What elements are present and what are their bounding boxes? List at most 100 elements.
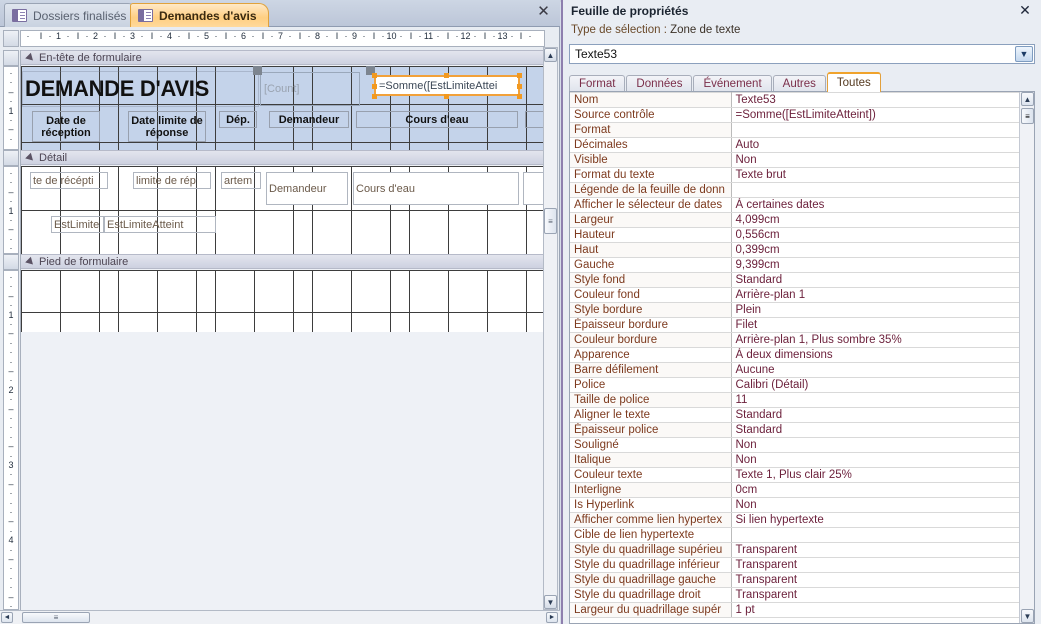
scroll-left-icon[interactable]: ◄ xyxy=(1,612,13,623)
property-value[interactable]: Non xyxy=(731,497,1021,513)
property-value[interactable]: À deux dimensions xyxy=(731,347,1021,363)
object-selector-combo[interactable]: Texte53 ▼ xyxy=(569,44,1035,64)
resize-handle-se[interactable] xyxy=(517,94,522,99)
resize-handle-ne[interactable] xyxy=(517,73,522,78)
property-row[interactable]: Is Hyperlink Non xyxy=(570,497,1021,513)
property-row[interactable]: Style fond Standard xyxy=(570,272,1021,288)
property-value[interactable]: 11 xyxy=(731,392,1021,408)
property-row[interactable]: Taille de police 11 xyxy=(570,392,1021,408)
textbox-date-limite-reponse[interactable]: limite de rép xyxy=(133,172,211,189)
property-value[interactable]: Transparent xyxy=(731,557,1021,573)
property-value[interactable]: Standard xyxy=(731,407,1021,423)
property-value[interactable]: 9,399cm xyxy=(731,257,1021,273)
property-value[interactable]: Non xyxy=(731,437,1021,453)
property-row[interactable]: Haut 0,399cm xyxy=(570,242,1021,258)
property-value[interactable]: Transparent xyxy=(731,587,1021,603)
property-row[interactable]: Apparence À deux dimensions xyxy=(570,347,1021,363)
property-row[interactable]: Largeur du quadrillage supér 1 pt xyxy=(570,602,1021,618)
property-tab-vnement[interactable]: Événement xyxy=(693,75,772,92)
property-row[interactable]: Style du quadrillage gauche Transparent xyxy=(570,572,1021,588)
close-document-icon[interactable]: ✕ xyxy=(535,4,552,21)
property-tab-toutes[interactable]: Toutes xyxy=(826,72,881,92)
property-value[interactable] xyxy=(731,527,1021,543)
label-date-reception[interactable]: Date de réception xyxy=(32,111,100,142)
property-row[interactable]: Légende de la feuille de donn xyxy=(570,182,1021,198)
property-value[interactable]: Arrière-plan 1, Plus sombre 35% xyxy=(731,332,1021,348)
property-value[interactable] xyxy=(731,182,1021,198)
property-row[interactable]: Format du texte Texte brut xyxy=(570,167,1021,183)
property-row[interactable]: Interligne 0cm xyxy=(570,482,1021,498)
label-date-limite-reponse[interactable]: Date limite de réponse xyxy=(128,111,206,142)
property-value[interactable]: Transparent xyxy=(731,542,1021,558)
property-value[interactable]: 4,099cm xyxy=(731,212,1021,228)
property-value[interactable]: 1 pt xyxy=(731,602,1021,618)
property-row[interactable]: Style du quadrillage supérieu Transparent xyxy=(570,542,1021,558)
designer-horizontal-scrollbar[interactable]: ◄ ≡ ► xyxy=(0,610,560,624)
property-value[interactable]: 0,399cm xyxy=(731,242,1021,258)
chevron-down-icon[interactable]: ▼ xyxy=(1015,46,1033,62)
property-value[interactable]: Plein xyxy=(731,302,1021,318)
property-value[interactable]: Texte 1, Plus clair 25% xyxy=(731,467,1021,483)
resize-handle-s[interactable] xyxy=(444,94,449,99)
move-handle[interactable] xyxy=(253,66,262,75)
resize-handle-n[interactable] xyxy=(444,73,449,78)
scroll-right-icon[interactable]: ► xyxy=(546,612,558,623)
property-value[interactable]: Standard xyxy=(731,422,1021,438)
textbox-somme-estlimiteatteint[interactable]: =Somme([EstLimiteAttei xyxy=(374,75,520,96)
vertical-ruler[interactable]: · · – · 1 · – · · · – · 1 · – · · · · – · 1 · – · · · – · 2 · – · · · – · 3 · –… xyxy=(3,50,19,610)
document-tab-demandes-davis[interactable]: Demandes d'avis xyxy=(130,3,269,27)
property-tab-format[interactable]: Format xyxy=(569,75,626,92)
label-extra[interactable] xyxy=(525,111,545,128)
property-tab-autres[interactable]: Autres xyxy=(772,75,826,92)
horizontal-ruler[interactable]: · I · 1 · I · 2 · I · 3 · I · 4 · I · 5 · I · 6 · I · 7 · I · 8 · I · 9 · I · 1… xyxy=(20,30,545,47)
property-row[interactable]: Couleur bordure Arrière-plan 1, Plus somb… xyxy=(570,332,1021,348)
document-tab-dossiers-finalises[interactable]: Dossiers finalisés xyxy=(4,3,139,27)
property-value[interactable]: Filet xyxy=(731,317,1021,333)
scroll-up-icon[interactable]: ▲ xyxy=(544,48,557,62)
property-value[interactable]: À certaines dates xyxy=(731,197,1021,213)
property-grid-wrapper[interactable]: Nom Texte53 Source contrôle =Somme([EstLimi… xyxy=(569,91,1035,624)
property-row[interactable]: Décimales Auto xyxy=(570,137,1021,153)
property-value[interactable]: 0cm xyxy=(731,482,1021,498)
property-value[interactable]: Non xyxy=(731,452,1021,468)
property-row[interactable]: Italique Non xyxy=(570,452,1021,468)
property-row[interactable]: Aligner le texte Standard xyxy=(570,407,1021,423)
property-row[interactable]: Épaisseur bordure Filet xyxy=(570,317,1021,333)
label-dep[interactable]: Dép. xyxy=(219,111,257,128)
textbox-demandeur[interactable]: Demandeur xyxy=(266,172,348,205)
label-demande-davis[interactable]: DEMANDE D'AVIS xyxy=(22,71,259,107)
property-row[interactable]: Afficher comme lien hypertex Si lien hype… xyxy=(570,512,1021,528)
scroll-down-icon[interactable]: ▼ xyxy=(1021,609,1034,623)
textbox-cours-deau[interactable]: Cours d'eau xyxy=(353,172,519,205)
property-row[interactable]: Visible Non xyxy=(570,152,1021,168)
resize-handle-nw[interactable] xyxy=(372,73,377,78)
section-form-footer[interactable] xyxy=(21,270,545,332)
property-row[interactable]: Couleur texte Texte 1, Plus clair 25% xyxy=(570,467,1021,483)
resize-handle-sw[interactable] xyxy=(372,94,377,99)
property-row[interactable]: Gauche 9,399cm xyxy=(570,257,1021,273)
property-row[interactable]: Barre défilement Aucune xyxy=(570,362,1021,378)
property-value[interactable]: 0,556cm xyxy=(731,227,1021,243)
property-row[interactable]: Style bordure Plein xyxy=(570,302,1021,318)
property-row[interactable]: Souligné Non xyxy=(570,437,1021,453)
ruler-corner[interactable] xyxy=(3,30,19,47)
scroll-down-icon[interactable]: ▼ xyxy=(544,595,557,609)
property-value[interactable]: Transparent xyxy=(731,572,1021,588)
label-cours-deau[interactable]: Cours d'eau xyxy=(356,111,518,128)
property-value[interactable]: Si lien hypertexte xyxy=(731,512,1021,528)
band-header-detail[interactable]: Détail xyxy=(21,150,545,165)
designer-vertical-scrollbar[interactable]: ▲ ≡ ▼ xyxy=(543,47,558,610)
property-value[interactable]: Auto xyxy=(731,137,1021,153)
property-value[interactable]: Aucune xyxy=(731,362,1021,378)
resize-handle-w[interactable] xyxy=(372,84,377,89)
property-value[interactable]: Standard xyxy=(731,272,1021,288)
property-row[interactable]: Cible de lien hypertexte xyxy=(570,527,1021,543)
textbox-estlimiteatteint[interactable]: EstLimiteAtteint xyxy=(104,216,216,233)
property-row[interactable]: Source contrôle =Somme([EstLimiteAtteint]… xyxy=(570,107,1021,123)
band-header-form-header[interactable]: En-tête de formulaire xyxy=(21,50,545,65)
property-row[interactable]: Hauteur 0,556cm xyxy=(570,227,1021,243)
property-value[interactable]: Non xyxy=(731,152,1021,168)
property-row[interactable]: Style du quadrillage inférieur Transparen… xyxy=(570,557,1021,573)
resize-handle-e[interactable] xyxy=(517,84,522,89)
textbox-extra[interactable] xyxy=(523,172,545,205)
